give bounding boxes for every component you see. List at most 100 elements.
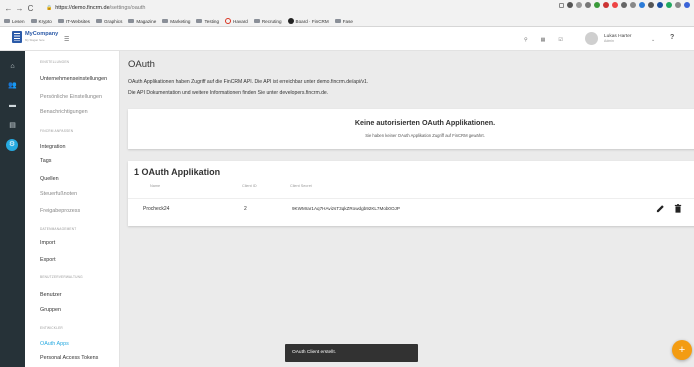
bookmarks-bar: Lesen Krypto IT-Websites Graphics Magazi… <box>4 16 694 26</box>
section-fincrm: FINCRM ANPASSEN <box>40 129 74 133</box>
extension-icon[interactable] <box>666 2 672 8</box>
authorized-apps-card: Keine autorisierten OAuth Applikationen.… <box>128 109 694 149</box>
user-menu[interactable]: Lukas Harter Admin <box>585 32 631 45</box>
menu-item-integration[interactable]: Integration <box>40 144 65 150</box>
extension-icon[interactable] <box>630 2 636 8</box>
forward-icon[interactable]: → <box>14 4 25 13</box>
bookmark-krypto[interactable]: Krypto <box>30 18 52 24</box>
menu-item-tokens[interactable]: Personal Access Tokens <box>40 355 98 361</box>
folder-icon <box>57 18 64 24</box>
home-icon[interactable]: ⌂ <box>8 62 17 71</box>
bookmark-lesen[interactable]: Lesen <box>4 19 25 24</box>
company-logo[interactable]: MyCompany My Slogan here <box>12 31 58 43</box>
menu-item-benachrichtigungen[interactable]: Benachrichtigungen <box>40 109 88 115</box>
documents-icon[interactable]: ▤ <box>8 121 17 130</box>
snackbar-toast: OAuth Client erstellt. <box>285 344 418 362</box>
main-content: OAuth OAuth Applikationen haben Zugriff … <box>120 51 694 367</box>
table-header: Name Client ID Client Secret <box>128 184 694 196</box>
search-icon[interactable]: ⚲ <box>524 37 528 43</box>
bookmark-label: Krypto <box>38 18 52 24</box>
star-icon[interactable] <box>559 2 564 8</box>
section-benutzer: BENUTZERVERWALTUNG <box>40 275 83 279</box>
menu-item-oauth[interactable]: OAuth Apps <box>40 341 69 347</box>
menu-item-benutzer[interactable]: Benutzer <box>40 292 62 298</box>
user-role: Admin <box>604 38 614 43</box>
section-daten: DATENMANAGEMENT <box>40 227 77 231</box>
menu-item-export[interactable]: Export <box>40 257 56 263</box>
menu-toggle-icon[interactable]: ☰ <box>64 36 69 43</box>
menu-item-unternehmen[interactable]: Unternehmenseinstellungen <box>40 76 107 82</box>
tasks-icon[interactable]: ☑ <box>558 37 562 43</box>
extension-icon[interactable] <box>594 2 600 8</box>
oauth-apps-card: 1 OAuth Applikation Name Client ID Clien… <box>128 161 694 226</box>
bookmark-magazine[interactable]: Magazine <box>128 19 156 24</box>
back-icon[interactable]: ← <box>3 4 14 13</box>
bookmark-fase[interactable]: Fase <box>334 18 353 24</box>
bookmark-recruting[interactable]: Recruting <box>253 18 282 24</box>
bookmark-marketing[interactable]: Marketing <box>162 19 190 24</box>
bookmark-label: Lesen <box>12 18 25 24</box>
folder-icon <box>30 18 37 24</box>
bookmark-board[interactable]: Board · FinCRM <box>287 18 329 24</box>
github-icon <box>287 18 294 24</box>
contacts-icon[interactable]: 👥 <box>8 81 17 90</box>
address-row: ← → C 🔒 https://demo.fincrm.de/settings/… <box>0 1 694 15</box>
bookmark-testing[interactable]: Testing <box>196 19 219 24</box>
bookmark-graphics[interactable]: Graphics <box>95 19 122 24</box>
menu-item-import[interactable]: Import <box>40 240 55 246</box>
logo-tagline: My Slogan here <box>25 38 45 42</box>
extension-icon[interactable] <box>576 2 582 8</box>
settings-icon[interactable]: ⚙ <box>6 139 18 151</box>
extension-icon[interactable] <box>639 2 645 8</box>
edit-icon[interactable] <box>656 204 665 213</box>
menu-item-persoenlich[interactable]: Persönliche Einstellungen <box>40 94 102 100</box>
extension-icon[interactable] <box>657 2 663 8</box>
url-host: https://demo.fincrm.de <box>55 5 110 11</box>
menu-item-tags[interactable]: Tags <box>40 158 51 164</box>
table-row: Procheck24 2 9KWMrar1Aq7HAvizsT3qkZRowdg… <box>128 198 694 218</box>
bookmark-label: Fase <box>342 18 353 24</box>
bookmark-label: Marketing <box>170 18 191 24</box>
lock-icon: 🔒 <box>46 5 53 11</box>
address-bar[interactable]: 🔒 https://demo.fincrm.de/settings/oauth <box>46 5 145 11</box>
browser-chrome: ← → C 🔒 https://demo.fincrm.de/settings/… <box>0 0 694 27</box>
folder-icon <box>128 18 135 24</box>
extension-icon[interactable] <box>585 2 591 8</box>
authorized-subtext: Sie haben keiner OAuth Applikation Zugri… <box>365 133 485 138</box>
menu-item-steuer[interactable]: Steuerfußnoten <box>40 191 77 197</box>
description-line: OAuth Applikationen haben Zugriff auf di… <box>128 79 369 85</box>
authorized-heading: Keine autorisierten OAuth Applikationen. <box>354 118 496 127</box>
bookmark-it-websites[interactable]: IT-Websites <box>57 18 90 24</box>
extension-icon[interactable] <box>603 2 609 8</box>
extension-icon[interactable] <box>612 2 618 8</box>
calendar-icon[interactable]: ▦ <box>541 37 546 43</box>
avatar <box>585 32 598 45</box>
column-header-name: Name <box>150 184 161 188</box>
extension-icon[interactable] <box>621 2 627 8</box>
folder-icon <box>253 18 260 24</box>
building-icon <box>12 31 22 43</box>
bookmark-label: Magazine <box>136 18 157 24</box>
extension-icon[interactable] <box>567 2 573 8</box>
extension-icon[interactable] <box>648 2 654 8</box>
add-button[interactable]: + <box>672 340 692 360</box>
app-client-secret: 9KWMrar1Aq7HAvizsT3qkZRowdgb92KL7Mob0OJP <box>292 206 400 211</box>
cards-icon[interactable]: ▬ <box>8 101 17 110</box>
extension-icons <box>559 2 690 8</box>
user-name: Lukas Harter <box>604 33 632 39</box>
menu-item-gruppen[interactable]: Gruppen <box>40 307 61 313</box>
delete-icon[interactable] <box>674 204 682 213</box>
menu-item-quellen[interactable]: Quellen <box>40 176 59 182</box>
reload-icon[interactable]: C <box>25 4 36 13</box>
bookmark-havard[interactable]: Havard <box>225 18 248 24</box>
menu-item-freigabe[interactable]: Freigabeprozess <box>40 208 80 214</box>
extension-icon[interactable] <box>675 2 681 8</box>
section-einstellungen: EINSTELLUNGEN <box>40 60 70 64</box>
help-icon[interactable]: ? <box>670 34 674 41</box>
icon-rail: ⌂ 👥 ▬ ▤ ⚙ <box>0 51 25 367</box>
app-client-id: 2 <box>244 206 247 212</box>
page-title: OAuth <box>128 59 155 70</box>
profile-icon[interactable] <box>684 2 690 8</box>
header-icons: ⚲ ▦ ☑ <box>524 37 563 43</box>
chevron-down-icon[interactable]: ⌄ <box>651 37 655 43</box>
